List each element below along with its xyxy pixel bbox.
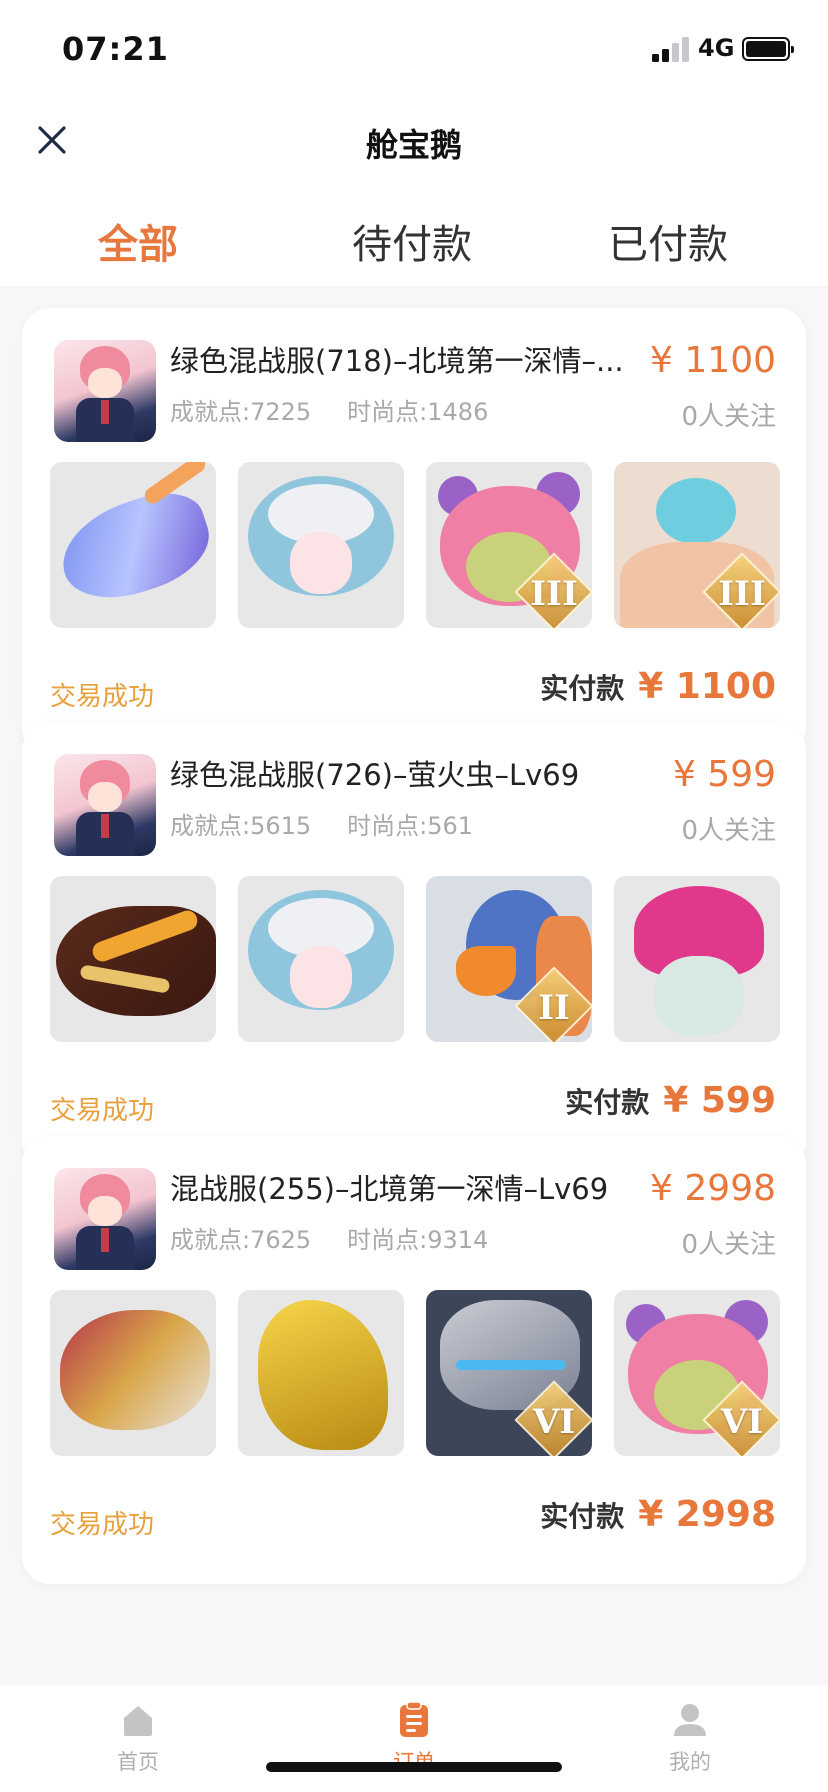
achievement-points: 成就点:5615: [170, 812, 312, 840]
blue-dragon-mount-thumbnail[interactable]: [50, 462, 216, 628]
tier-badge: III: [530, 574, 578, 614]
status-bar: 07:21 4G: [0, 0, 828, 96]
character-avatar: [54, 754, 156, 856]
orders-icon: [400, 1701, 428, 1737]
stone-golem-thumbnail[interactable]: VI: [426, 1290, 592, 1456]
item-thumbnails: III III: [50, 462, 782, 628]
paid-label: 实付款: [540, 1499, 625, 1533]
paid-amount-row: 实付款 ¥ 1100: [540, 666, 776, 707]
order-title: 绿色混战服(718)–北境第一深情–...: [170, 344, 624, 378]
status-time: 07:21: [62, 30, 169, 68]
order-status: 交易成功: [50, 1510, 155, 1540]
paid-amount-row: 实付款 ¥ 2998: [540, 1494, 776, 1535]
tab-pending-payment[interactable]: 待付款: [302, 212, 522, 270]
order-price: ¥ 1100: [650, 340, 776, 381]
order-stats: 成就点:7625 时尚点:9314: [170, 1220, 524, 1255]
network-label: 4G: [698, 34, 735, 62]
tier-badge: VI: [532, 1402, 576, 1442]
tabbar-label: 首页: [117, 1750, 159, 1774]
order-title: 绿色混战服(726)–萤火虫–Lv69: [170, 758, 580, 792]
order-price: ¥ 2998: [650, 1168, 776, 1209]
followers-count: 0人关注: [681, 402, 776, 432]
pink-bear-hood-thumbnail[interactable]: VI: [614, 1290, 780, 1456]
fire-dragon-head-thumbnail[interactable]: [50, 876, 216, 1042]
signal-icon: [652, 36, 692, 62]
paid-amount: ¥ 599: [663, 1080, 776, 1121]
order-card[interactable]: 绿色混战服(718)–北境第一深情–... 成就点:7225 时尚点:1486 ¥…: [22, 308, 806, 756]
page-title: 舱宝鹅: [365, 126, 462, 164]
profile-icon: [674, 1704, 706, 1736]
item-thumbnails: VI VI: [50, 1290, 782, 1456]
blue-bird-muscle-thumbnail[interactable]: III: [614, 462, 780, 628]
mushroom-hat-kid-thumbnail[interactable]: [614, 876, 780, 1042]
tab-all[interactable]: 全部: [28, 212, 248, 270]
home-indicator: [266, 1762, 562, 1772]
order-tabs: 全部 待付款 已付款: [0, 186, 828, 286]
tabbar-label: 我的: [669, 1750, 711, 1774]
cloud-hair-girl-thumbnail[interactable]: [238, 462, 404, 628]
fashion-points: 时尚点:9314: [347, 1226, 489, 1254]
order-status: 交易成功: [50, 1096, 155, 1126]
tab-paid[interactable]: 已付款: [558, 212, 778, 270]
character-avatar: [54, 1168, 156, 1270]
order-card[interactable]: 绿色混战服(726)–萤火虫–Lv69 成就点:5615 时尚点:561 ¥ 59…: [22, 722, 806, 1170]
order-list[interactable]: 绿色混战服(718)–北境第一深情–... 成就点:7225 时尚点:1486 ¥…: [0, 286, 828, 1686]
tier-badge: II: [538, 988, 570, 1028]
golden-phoenix-thumbnail[interactable]: [238, 1290, 404, 1456]
order-stats: 成就点:7225 时尚点:1486: [170, 392, 524, 427]
fashion-points: 时尚点:561: [347, 812, 474, 840]
paid-amount: ¥ 2998: [638, 1494, 776, 1535]
order-stats: 成就点:5615 时尚点:561: [170, 806, 509, 841]
cloud-hair-girl-thumbnail[interactable]: [238, 876, 404, 1042]
paid-label: 实付款: [540, 671, 625, 705]
order-price: ¥ 599: [672, 754, 776, 795]
achievement-points: 成就点:7625: [170, 1226, 312, 1254]
followers-count: 0人关注: [681, 816, 776, 846]
tier-badge: III: [718, 574, 766, 614]
character-avatar: [54, 340, 156, 442]
item-thumbnails: II: [50, 876, 782, 1042]
tabbar-item-profile[interactable]: 我的: [630, 1700, 750, 1776]
paid-amount: ¥ 1100: [638, 666, 776, 707]
nav-bar: 舱宝鹅: [0, 96, 828, 186]
home-icon: [124, 1706, 152, 1736]
bottom-tab-bar: 首页 订单 我的: [0, 1686, 828, 1792]
tabbar-item-home[interactable]: 首页: [78, 1700, 198, 1776]
followers-count: 0人关注: [681, 1230, 776, 1260]
paid-label: 实付款: [565, 1085, 650, 1119]
order-status: 交易成功: [50, 682, 155, 712]
paid-amount-row: 实付款 ¥ 599: [565, 1080, 776, 1121]
battery-icon: [742, 37, 794, 61]
order-title: 混战服(255)–北境第一深情–Lv69: [170, 1172, 609, 1206]
griffin-eagle-thumbnail[interactable]: II: [426, 876, 592, 1042]
achievement-points: 成就点:7225: [170, 398, 312, 426]
red-gold-dragon-thumbnail[interactable]: [50, 1290, 216, 1456]
fashion-points: 时尚点:1486: [347, 398, 489, 426]
pink-bear-hood-thumbnail[interactable]: III: [426, 462, 592, 628]
order-card[interactable]: 混战服(255)–北境第一深情–Lv69 成就点:7625 时尚点:9314 ¥ …: [22, 1136, 806, 1584]
tier-badge: VI: [720, 1402, 764, 1442]
